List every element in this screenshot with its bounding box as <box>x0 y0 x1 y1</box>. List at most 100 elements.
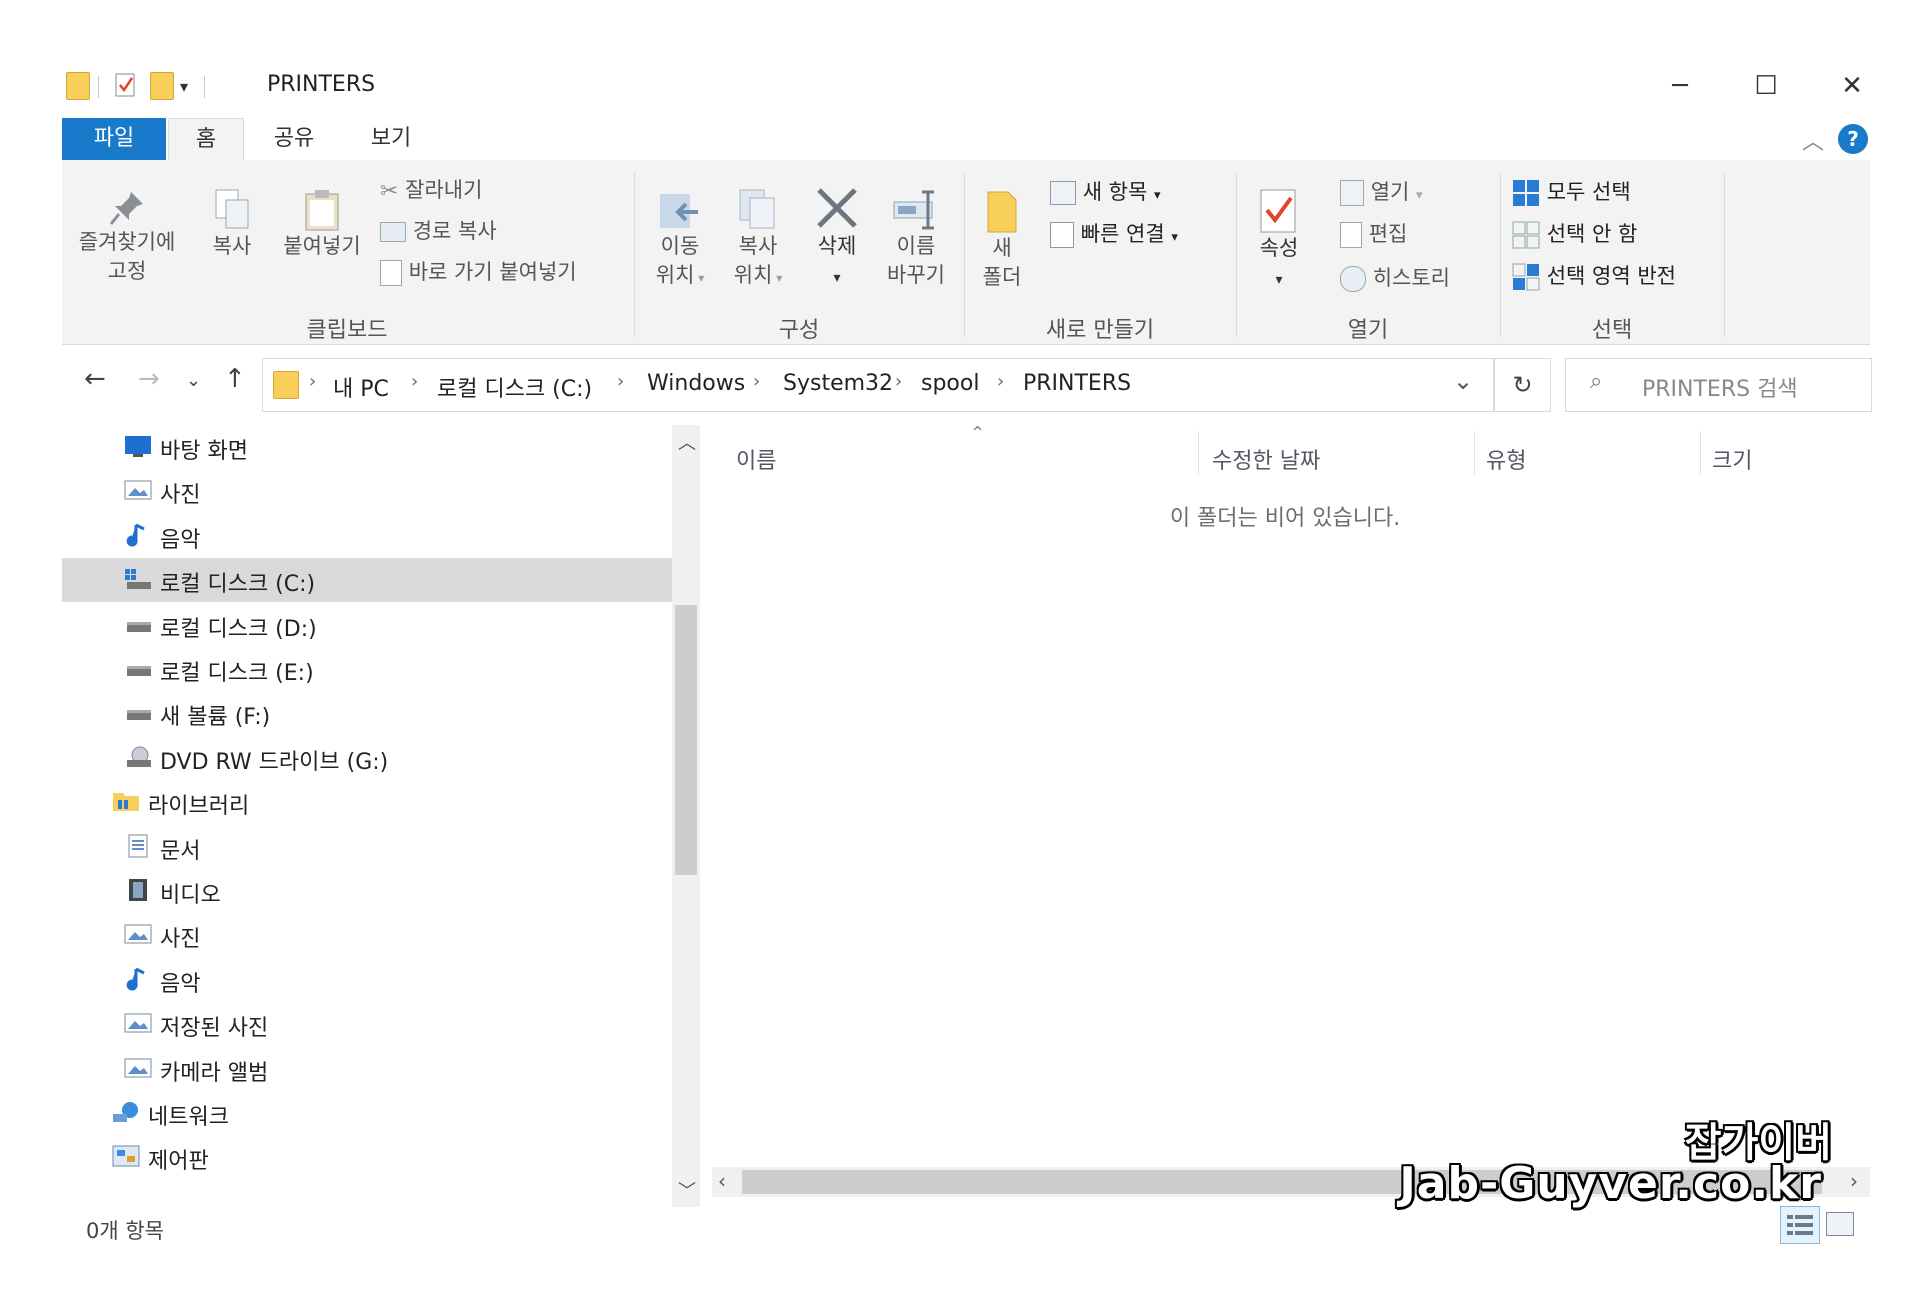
nav-tree-item[interactable]: 사진 <box>62 913 672 957</box>
cut-button[interactable]: ✂ 잘라내기 <box>380 174 482 204</box>
new-folder-button[interactable]: 새 폴더 <box>974 188 1030 292</box>
column-header-name[interactable]: 이름 <box>736 443 776 475</box>
select-none-button[interactable]: 선택 안 함 <box>1512 218 1637 249</box>
search-box[interactable]: ⌕ PRINTERS 검색 <box>1565 358 1872 412</box>
tab-share[interactable]: 공유 <box>246 118 342 160</box>
ribbon-tabs: 파일 홈 공유 보기 ︿ ? <box>62 118 1870 161</box>
breadcrumb-printers[interactable]: PRINTERS <box>1023 371 1131 396</box>
nav-tree-item-label: 음악 <box>160 972 201 997</box>
up-arrow-icon[interactable]: ↑ <box>224 364 246 394</box>
tab-file[interactable]: 파일 <box>62 118 166 160</box>
column-header-type[interactable]: 유형 <box>1486 443 1526 475</box>
maximize-button[interactable]: ☐ <box>1736 62 1796 110</box>
customize-quick-access-icon[interactable]: ▾ <box>180 72 196 98</box>
nav-tree-item[interactable]: 제어판 <box>62 1135 672 1179</box>
breadcrumb-windows[interactable]: Windows <box>647 371 745 396</box>
back-arrow-icon[interactable]: ← <box>84 364 106 394</box>
open-button[interactable]: 열기 ▾ <box>1340 176 1423 206</box>
edit-button[interactable]: 편집 <box>1340 218 1407 248</box>
scroll-down-icon[interactable]: ﹀ <box>678 1177 696 1203</box>
chevron-right-icon[interactable]: › <box>997 371 1004 392</box>
column-header-date-modified[interactable]: 수정한 날짜 <box>1212 443 1320 475</box>
collapse-ribbon-icon[interactable]: ︿ <box>1802 124 1824 156</box>
nav-tree-item[interactable]: 음악 <box>62 958 672 1002</box>
new-item-button[interactable]: 새 항목 ▾ <box>1050 176 1161 206</box>
rename-button[interactable]: 이름 바꾸기 <box>876 188 956 290</box>
nav-tree-item[interactable]: 비디오 <box>62 869 672 913</box>
navigation-pane-scrollbar[interactable]: ︿ ﹀ <box>672 425 700 1207</box>
documents-icon <box>124 834 152 858</box>
paste-button[interactable]: 붙여넣기 <box>272 188 372 261</box>
nav-tree-item-label: 로컬 디스크 (D:) <box>160 617 317 642</box>
close-button[interactable]: ✕ <box>1822 62 1882 110</box>
nav-tree-item[interactable]: 로컬 디스크 (E:) <box>62 647 672 691</box>
large-icons-view-icon[interactable] <box>1826 1212 1854 1236</box>
history-button[interactable]: 히스토리 <box>1340 262 1450 292</box>
nav-tree-item-label: 저장된 사진 <box>160 1016 269 1041</box>
navigation-bar: ← → ⌄ ↑ › 내 PC › 로컬 디스크 (C:) › Windows ›… <box>62 356 1872 412</box>
copy-path-label: 경로 복사 <box>412 219 497 243</box>
move-to-icon <box>660 194 698 228</box>
tab-home[interactable]: 홈 <box>168 118 244 161</box>
nav-tree-item-label: 음악 <box>160 528 201 553</box>
recent-locations-icon[interactable]: ⌄ <box>186 370 201 391</box>
scrollbar-thumb[interactable] <box>675 605 697 875</box>
nav-tree-item[interactable]: 사진 <box>62 469 672 513</box>
properties-quick-access-icon[interactable] <box>114 72 138 98</box>
copy-to-button[interactable]: 복사 위치 ▾ <box>722 188 794 293</box>
chevron-right-icon[interactable]: › <box>411 371 418 392</box>
copy-path-button[interactable]: 경로 복사 <box>380 215 497 245</box>
chevron-right-icon[interactable]: › <box>753 371 760 392</box>
delete-dropdown-icon[interactable]: ▾ <box>833 270 840 286</box>
easy-access-button[interactable]: 빠른 연결 ▾ <box>1050 218 1178 248</box>
paste-shortcut-button[interactable]: 바로 가기 붙여넣기 <box>380 256 577 286</box>
copy-button[interactable]: 복사 <box>202 188 262 261</box>
chevron-right-icon[interactable]: › <box>309 371 316 392</box>
divider <box>1500 172 1501 337</box>
nav-tree-item[interactable]: DVD RW 드라이브 (G:) <box>62 736 672 780</box>
nav-tree-item[interactable]: 카메라 앨범 <box>62 1047 672 1091</box>
network-icon <box>112 1100 140 1124</box>
nav-tree-item[interactable]: 문서 <box>62 825 672 869</box>
nav-tree-item[interactable]: 새 볼륨 (F:) <box>62 691 672 735</box>
tab-view[interactable]: 보기 <box>346 118 436 160</box>
pictures-icon <box>124 478 152 502</box>
properties-dropdown-icon[interactable]: ▾ <box>1275 272 1282 288</box>
properties-button[interactable]: 속성 ▾ <box>1246 188 1312 295</box>
breadcrumb-spool[interactable]: spool <box>921 371 979 396</box>
help-icon[interactable]: ? <box>1838 124 1868 154</box>
system-drive-icon <box>124 567 152 591</box>
chevron-right-icon[interactable]: › <box>617 371 624 392</box>
forward-arrow-icon[interactable]: → <box>138 364 160 394</box>
select-all-button[interactable]: 모두 선택 <box>1512 176 1631 207</box>
nav-tree-item[interactable]: 바탕 화면 <box>62 425 672 469</box>
scroll-left-icon[interactable]: ‹ <box>718 1169 726 1193</box>
details-view-icon[interactable] <box>1780 1206 1820 1244</box>
nav-tree-item[interactable]: 로컬 디스크 (C:) <box>62 558 672 602</box>
music-icon <box>124 967 152 991</box>
nav-tree-item[interactable]: 라이브러리 <box>62 780 672 824</box>
delete-button[interactable]: 삭제 ▾ <box>804 184 870 293</box>
breadcrumb-system32[interactable]: System32 <box>783 371 893 396</box>
window-title: PRINTERS <box>267 72 376 97</box>
nav-tree-item[interactable]: 저장된 사진 <box>62 1002 672 1046</box>
copy-to-label-line2: 위치 <box>733 263 773 287</box>
nav-tree-item[interactable]: 음악 <box>62 514 672 558</box>
pin-to-quick-access-button[interactable]: 즐겨찾기에 고정 <box>68 188 186 286</box>
new-folder-quick-access-icon[interactable] <box>150 72 174 100</box>
refresh-button[interactable]: ↻ <box>1494 358 1551 412</box>
minimize-button[interactable]: ─ <box>1650 62 1710 110</box>
chevron-right-icon[interactable]: › <box>895 371 902 392</box>
column-header-size[interactable]: 크기 <box>1712 443 1752 475</box>
scroll-right-icon[interactable]: › <box>1850 1169 1858 1193</box>
invert-selection-button[interactable]: 선택 영역 반전 <box>1512 260 1676 291</box>
breadcrumb-local-disk-c[interactable]: 로컬 디스크 (C:) <box>437 371 592 403</box>
ribbon: 즐겨찾기에 고정 복사 붙여넣기 ✂ 잘라내기 경로 복사 바로 가기 붙여넣기… <box>62 160 1870 345</box>
address-dropdown-icon[interactable]: ⌄ <box>1453 367 1473 395</box>
move-to-button[interactable]: 이동 위치 ▾ <box>644 188 716 293</box>
breadcrumb-this-pc[interactable]: 내 PC <box>333 371 389 403</box>
nav-tree-item[interactable]: 로컬 디스크 (D:) <box>62 603 672 647</box>
scroll-up-icon[interactable]: ︿ <box>678 429 696 455</box>
nav-tree-item[interactable]: 네트워크 <box>62 1091 672 1135</box>
address-bar[interactable]: › 내 PC › 로컬 디스크 (C:) › Windows › System3… <box>262 358 1494 412</box>
